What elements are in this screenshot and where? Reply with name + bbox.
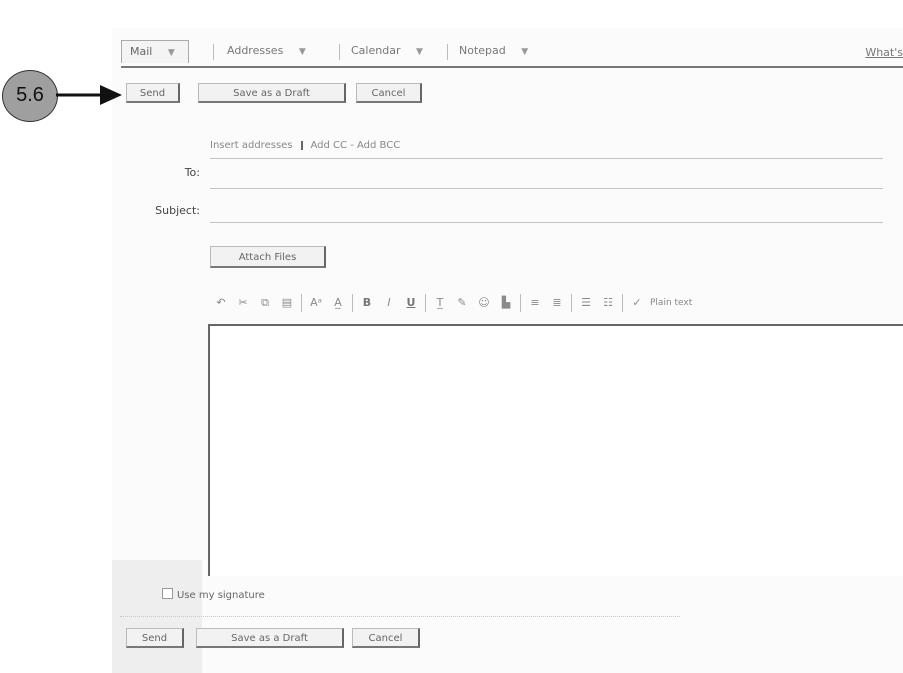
text-color-icon[interactable]: T̲ xyxy=(430,293,450,313)
align-left-icon[interactable]: ≡ xyxy=(525,293,545,313)
signature-checkbox[interactable] xyxy=(162,588,173,599)
to-label: To: xyxy=(184,166,200,179)
stationery-icon[interactable]: ▙ xyxy=(496,293,516,313)
to-field-top-border xyxy=(210,158,883,159)
formatting-toolbar: ↶ ✂ ⧉ ▤ Aᵃ A̲ B I U T̲ ✎ ☺ ▙ ≡ ≣ ☰ ☷ ✓ P… xyxy=(210,286,890,320)
tab-divider xyxy=(339,44,340,60)
underline-icon[interactable]: U xyxy=(401,293,421,313)
tab-calendar[interactable]: Calendar ▼ xyxy=(343,40,423,62)
save-draft-button-bottom[interactable]: Save as a Draft xyxy=(196,628,344,648)
toolbar-divider xyxy=(301,294,302,312)
toolbar-divider xyxy=(352,294,353,312)
cancel-button[interactable]: Cancel xyxy=(356,83,422,103)
align-right-icon[interactable]: ≣ xyxy=(547,293,567,313)
toolbar-divider xyxy=(425,294,426,312)
attach-files-button[interactable]: Attach Files xyxy=(210,246,326,268)
signature-label: Use my signature xyxy=(177,590,265,601)
to-input[interactable] xyxy=(210,160,883,186)
tab-notepad[interactable]: Notepad ▼ xyxy=(451,40,528,62)
tab-calendar-label: Calendar xyxy=(351,44,401,57)
callout-arrow-icon xyxy=(56,85,122,105)
tab-addresses-label: Addresses xyxy=(227,44,284,57)
copy-icon[interactable]: ⧉ xyxy=(255,293,275,313)
tab-mail[interactable]: Mail ▼ xyxy=(121,40,189,63)
footer-divider xyxy=(120,616,680,617)
font-size-icon[interactable]: A̲ xyxy=(328,293,348,313)
tab-mail-label: Mail xyxy=(130,45,153,58)
save-draft-button[interactable]: Save as a Draft xyxy=(198,83,346,103)
font-icon[interactable]: Aᵃ xyxy=(306,293,326,313)
add-cc-bcc-link[interactable]: Add CC - Add BCC xyxy=(311,140,401,151)
step-callout: 5.6 xyxy=(2,70,58,122)
subject-label: Subject: xyxy=(155,204,200,217)
plain-text-toggle[interactable]: Plain text xyxy=(650,298,692,308)
toolbar-divider xyxy=(622,294,623,312)
bold-icon[interactable]: B xyxy=(357,293,377,313)
emoticon-icon[interactable]: ☺ xyxy=(474,293,494,313)
spellcheck-icon[interactable]: ✓ xyxy=(627,293,647,313)
tab-divider xyxy=(213,44,214,60)
numbered-list-icon[interactable]: ☷ xyxy=(598,293,618,313)
tab-notepad-label: Notepad xyxy=(459,44,506,57)
tab-addresses[interactable]: Addresses ▼ xyxy=(219,40,306,62)
signature-option[interactable]: Use my signature xyxy=(162,588,265,601)
insert-addresses-link[interactable]: Insert addresses xyxy=(210,140,293,151)
subject-input[interactable] xyxy=(210,196,883,222)
cut-icon[interactable]: ✂ xyxy=(233,293,253,313)
cancel-button-bottom[interactable]: Cancel xyxy=(352,628,420,648)
message-body-editor[interactable] xyxy=(208,324,903,576)
toolbar-divider xyxy=(571,294,572,312)
whats-new-link[interactable]: What's xyxy=(865,46,903,59)
link-divider xyxy=(300,140,303,150)
to-field-bottom-border xyxy=(210,188,883,189)
toolbar-divider xyxy=(520,294,521,312)
italic-icon[interactable]: I xyxy=(379,293,399,313)
chevron-down-icon[interactable]: ▼ xyxy=(299,47,306,57)
chevron-down-icon[interactable]: ▼ xyxy=(416,47,423,57)
paste-icon[interactable]: ▤ xyxy=(277,293,297,313)
subject-field-bottom-border xyxy=(210,222,883,223)
bullet-list-icon[interactable]: ☰ xyxy=(576,293,596,313)
send-button[interactable]: Send xyxy=(126,83,180,103)
tab-divider xyxy=(447,44,448,60)
address-links: Insert addresses Add CC - Add BCC xyxy=(210,140,400,151)
chevron-down-icon[interactable]: ▼ xyxy=(521,47,528,57)
undo-icon[interactable]: ↶ xyxy=(211,293,231,313)
send-button-bottom[interactable]: Send xyxy=(126,628,184,648)
highlight-icon[interactable]: ✎ xyxy=(452,293,472,313)
chevron-down-icon[interactable]: ▼ xyxy=(168,48,175,58)
tab-bar: Mail ▼ Addresses ▼ Calendar ▼ Notepad ▼ … xyxy=(121,36,903,68)
